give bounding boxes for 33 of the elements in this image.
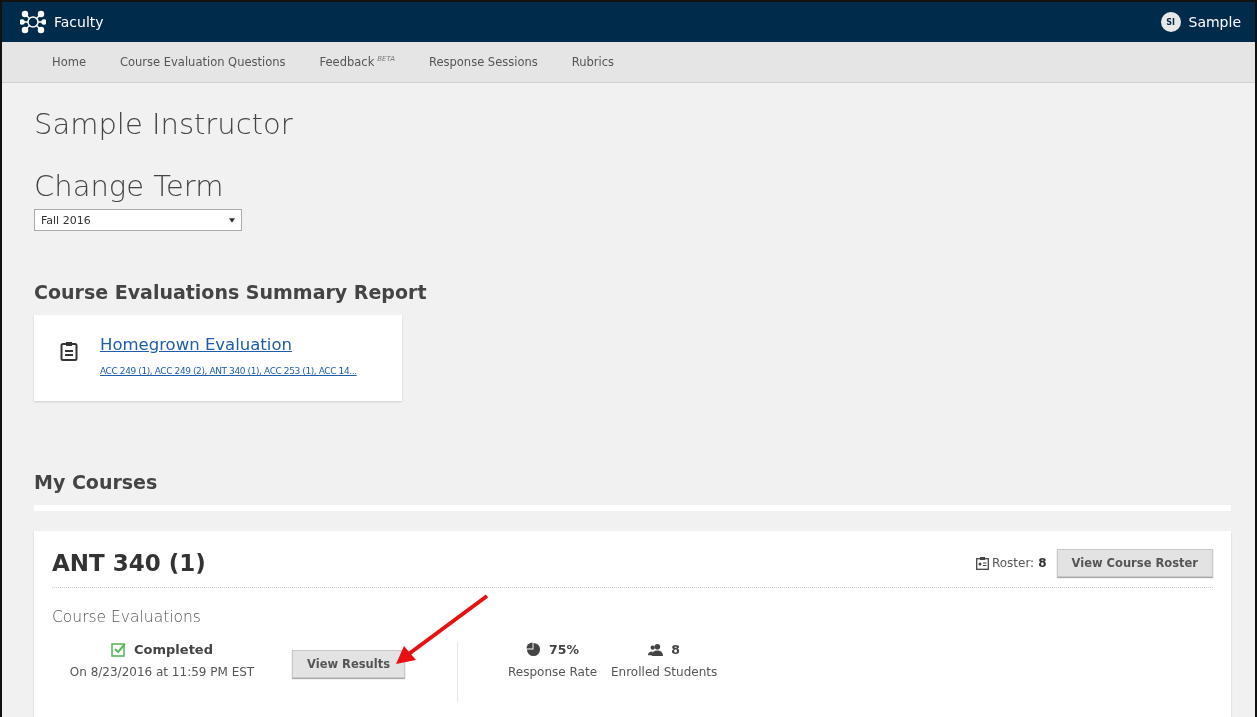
dropdown-caret-icon — [229, 217, 235, 223]
nav-link[interactable]: Rubrics — [571, 55, 615, 69]
courses-link[interactable]: ACC 249 (1), ACC 249 (2), ANT 340 (1), ACC 253 (1), ACC 14... — [100, 366, 357, 376]
section-heading: My Courses — [34, 471, 159, 493]
pie-chart-icon — [526, 642, 542, 657]
user-name[interactable]: Sample — [1188, 14, 1241, 30]
course-title: ANT 340 (1) — [52, 550, 206, 576]
network-logo-icon — [20, 10, 46, 34]
nav-link[interactable]: Feedback $^{BETA}$ — [319, 55, 395, 69]
section-heading: Course Evaluations Summary Report — [34, 281, 428, 303]
section-heading: Change Term — [34, 169, 225, 203]
nav-link[interactable]: Response Sessions — [428, 55, 538, 69]
enrolled-count: 8 — [671, 642, 680, 657]
enrolled-label: Enrolled Students — [611, 665, 718, 679]
response-rate-label: Response Rate — [508, 665, 597, 679]
evaluation-link[interactable]: Homegrown Evaluation — [100, 335, 357, 354]
roster-count: 8 — [1038, 556, 1047, 570]
section-heading: Course Evaluations — [52, 608, 202, 626]
users-icon — [648, 642, 664, 657]
response-rate-value: 75% — [549, 642, 579, 657]
nav-link[interactable]: Home — [52, 55, 86, 69]
status-text: Completed — [134, 642, 213, 657]
clipboard-icon — [60, 341, 78, 361]
app-title: Faculty — [54, 14, 104, 30]
view-roster-button[interactable]: View Course Roster — [1056, 549, 1213, 577]
user-avatar[interactable]: SI — [1160, 12, 1181, 32]
roster-label: Roster: — [991, 556, 1035, 570]
view-results-button[interactable]: View Results — [292, 650, 406, 678]
nav-link[interactable]: Course Evaluation Questions — [119, 55, 286, 69]
completion-date: On 8/23/2016 at 11:59 PM EST — [69, 665, 255, 679]
id-card-icon — [975, 556, 989, 570]
page-title: Sample Instructor — [34, 107, 294, 141]
term-select[interactable]: Fall 2016 — [34, 209, 242, 231]
